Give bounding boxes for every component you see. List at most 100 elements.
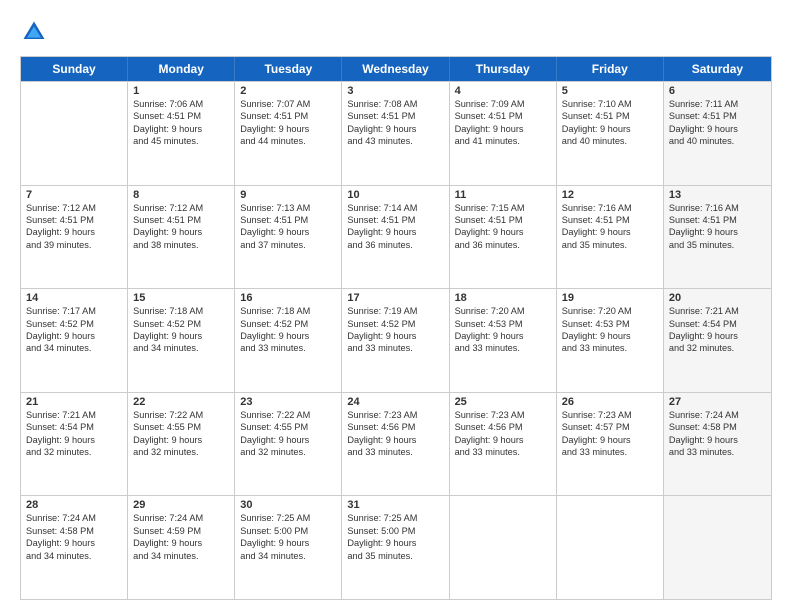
day-number: 18 — [455, 292, 551, 304]
cell-line: Daylight: 9 hours — [240, 123, 336, 135]
cell-line: and 39 minutes. — [26, 239, 122, 251]
cell-line: Sunrise: 7:24 AM — [669, 409, 766, 421]
calendar-cell: 17Sunrise: 7:19 AMSunset: 4:52 PMDayligh… — [342, 289, 449, 392]
cell-line: and 40 minutes. — [562, 135, 658, 147]
day-number: 14 — [26, 292, 122, 304]
calendar-cell: 24Sunrise: 7:23 AMSunset: 4:56 PMDayligh… — [342, 393, 449, 496]
cell-line: and 32 minutes. — [240, 446, 336, 458]
cell-line: Sunrise: 7:23 AM — [347, 409, 443, 421]
calendar-cell: 15Sunrise: 7:18 AMSunset: 4:52 PMDayligh… — [128, 289, 235, 392]
cell-line: Daylight: 9 hours — [669, 123, 766, 135]
day-number: 1 — [133, 85, 229, 97]
cell-line: and 35 minutes. — [669, 239, 766, 251]
calendar-week: 7Sunrise: 7:12 AMSunset: 4:51 PMDaylight… — [21, 185, 771, 289]
cell-line: Daylight: 9 hours — [26, 226, 122, 238]
cell-line: Sunrise: 7:23 AM — [562, 409, 658, 421]
cell-line: Sunset: 4:51 PM — [347, 214, 443, 226]
cell-line: Sunset: 4:51 PM — [240, 214, 336, 226]
cell-line: Sunrise: 7:13 AM — [240, 202, 336, 214]
calendar-cell: 10Sunrise: 7:14 AMSunset: 4:51 PMDayligh… — [342, 186, 449, 289]
cell-line: Sunset: 4:51 PM — [455, 110, 551, 122]
cell-line: Sunset: 4:59 PM — [133, 525, 229, 537]
calendar-cell: 13Sunrise: 7:16 AMSunset: 4:51 PMDayligh… — [664, 186, 771, 289]
calendar-header-row: SundayMondayTuesdayWednesdayThursdayFrid… — [21, 57, 771, 81]
calendar-cell: 31Sunrise: 7:25 AMSunset: 5:00 PMDayligh… — [342, 496, 449, 599]
cell-line: and 36 minutes. — [347, 239, 443, 251]
cell-line: and 45 minutes. — [133, 135, 229, 147]
cell-line: and 32 minutes. — [26, 446, 122, 458]
cell-line: Sunset: 4:52 PM — [26, 318, 122, 330]
cell-line: Sunrise: 7:17 AM — [26, 305, 122, 317]
calendar-cell: 30Sunrise: 7:25 AMSunset: 5:00 PMDayligh… — [235, 496, 342, 599]
calendar-body: 1Sunrise: 7:06 AMSunset: 4:51 PMDaylight… — [21, 81, 771, 599]
calendar-cell: 29Sunrise: 7:24 AMSunset: 4:59 PMDayligh… — [128, 496, 235, 599]
calendar-week: 28Sunrise: 7:24 AMSunset: 4:58 PMDayligh… — [21, 495, 771, 599]
cell-line: Daylight: 9 hours — [669, 330, 766, 342]
day-number: 7 — [26, 189, 122, 201]
cell-line: Sunset: 4:58 PM — [26, 525, 122, 537]
cell-line: Sunset: 4:51 PM — [26, 214, 122, 226]
cell-line: Sunset: 4:51 PM — [669, 110, 766, 122]
logo — [20, 18, 52, 46]
calendar-cell: 25Sunrise: 7:23 AMSunset: 4:56 PMDayligh… — [450, 393, 557, 496]
cell-line: Sunrise: 7:25 AM — [240, 512, 336, 524]
day-number: 16 — [240, 292, 336, 304]
calendar-header-cell: Tuesday — [235, 57, 342, 81]
cell-line: and 41 minutes. — [455, 135, 551, 147]
calendar-cell: 8Sunrise: 7:12 AMSunset: 4:51 PMDaylight… — [128, 186, 235, 289]
cell-line: Sunset: 4:57 PM — [562, 421, 658, 433]
logo-icon — [20, 18, 48, 46]
day-number: 9 — [240, 189, 336, 201]
day-number: 5 — [562, 85, 658, 97]
cell-line: and 33 minutes. — [347, 342, 443, 354]
day-number: 17 — [347, 292, 443, 304]
calendar-cell: 2Sunrise: 7:07 AMSunset: 4:51 PMDaylight… — [235, 82, 342, 185]
cell-line: and 34 minutes. — [26, 550, 122, 562]
cell-line: and 33 minutes. — [455, 342, 551, 354]
day-number: 25 — [455, 396, 551, 408]
cell-line: and 32 minutes. — [133, 446, 229, 458]
cell-line: Sunset: 4:52 PM — [240, 318, 336, 330]
cell-line: Daylight: 9 hours — [562, 330, 658, 342]
cell-line: Daylight: 9 hours — [347, 434, 443, 446]
calendar-cell — [450, 496, 557, 599]
cell-line: Sunrise: 7:24 AM — [133, 512, 229, 524]
cell-line: Sunrise: 7:25 AM — [347, 512, 443, 524]
cell-line: Sunrise: 7:20 AM — [455, 305, 551, 317]
cell-line: Sunset: 4:54 PM — [669, 318, 766, 330]
calendar-cell: 19Sunrise: 7:20 AMSunset: 4:53 PMDayligh… — [557, 289, 664, 392]
cell-line: and 33 minutes. — [240, 342, 336, 354]
cell-line: Sunrise: 7:18 AM — [133, 305, 229, 317]
cell-line: and 40 minutes. — [669, 135, 766, 147]
calendar-cell — [21, 82, 128, 185]
calendar-cell — [557, 496, 664, 599]
calendar-cell: 6Sunrise: 7:11 AMSunset: 4:51 PMDaylight… — [664, 82, 771, 185]
calendar-cell: 27Sunrise: 7:24 AMSunset: 4:58 PMDayligh… — [664, 393, 771, 496]
day-number: 6 — [669, 85, 766, 97]
day-number: 26 — [562, 396, 658, 408]
cell-line: and 34 minutes. — [133, 550, 229, 562]
calendar-cell: 12Sunrise: 7:16 AMSunset: 4:51 PMDayligh… — [557, 186, 664, 289]
cell-line: Sunrise: 7:24 AM — [26, 512, 122, 524]
cell-line: Sunset: 4:54 PM — [26, 421, 122, 433]
cell-line: Sunset: 4:56 PM — [347, 421, 443, 433]
day-number: 22 — [133, 396, 229, 408]
cell-line: Daylight: 9 hours — [562, 123, 658, 135]
cell-line: Sunrise: 7:07 AM — [240, 98, 336, 110]
day-number: 4 — [455, 85, 551, 97]
cell-line: Sunset: 4:51 PM — [347, 110, 443, 122]
cell-line: Sunrise: 7:21 AM — [669, 305, 766, 317]
cell-line: Sunrise: 7:23 AM — [455, 409, 551, 421]
cell-line: Sunrise: 7:22 AM — [133, 409, 229, 421]
cell-line: Daylight: 9 hours — [455, 330, 551, 342]
calendar-cell: 1Sunrise: 7:06 AMSunset: 4:51 PMDaylight… — [128, 82, 235, 185]
calendar-cell: 22Sunrise: 7:22 AMSunset: 4:55 PMDayligh… — [128, 393, 235, 496]
cell-line: Sunrise: 7:21 AM — [26, 409, 122, 421]
calendar-header-cell: Monday — [128, 57, 235, 81]
cell-line: Sunset: 4:52 PM — [347, 318, 443, 330]
cell-line: and 33 minutes. — [347, 446, 443, 458]
day-number: 31 — [347, 499, 443, 511]
day-number: 15 — [133, 292, 229, 304]
cell-line: and 35 minutes. — [562, 239, 658, 251]
cell-line: Sunset: 4:56 PM — [455, 421, 551, 433]
